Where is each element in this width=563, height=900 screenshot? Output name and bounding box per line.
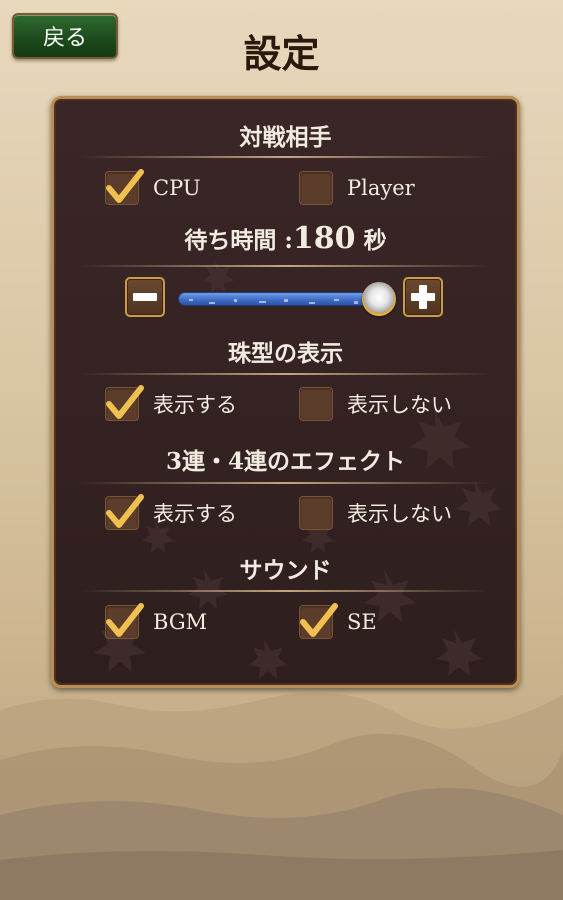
cpu-label: CPU: [153, 176, 201, 200]
bead-show-label: 表示する: [153, 393, 237, 417]
effect-show-checkbox[interactable]: [105, 494, 144, 530]
bgm-option[interactable]: BGM: [105, 603, 208, 639]
wait-time-label: 待ち時間 :: [184, 227, 293, 254]
divider: [79, 373, 492, 375]
checkmark-icon: [106, 603, 144, 637]
increase-button[interactable]: [403, 277, 443, 317]
effect-hide-option[interactable]: 表示しない: [299, 496, 452, 530]
divider: [79, 482, 492, 484]
bead-show-checkbox[interactable]: [105, 385, 144, 421]
divider: [79, 156, 492, 158]
bead-type-heading: 珠型の表示: [228, 340, 343, 367]
sound-heading: サウンド: [239, 557, 332, 584]
se-label: SE: [347, 610, 377, 634]
player-label: Player: [347, 176, 415, 200]
bead-hide-option[interactable]: 表示しない: [299, 387, 452, 421]
divider: [79, 265, 492, 267]
wait-time-slider-knob[interactable]: [362, 282, 396, 316]
effect-show-label: 表示する: [153, 502, 237, 526]
checkmark-icon: [106, 169, 144, 203]
se-option[interactable]: SE: [299, 603, 377, 639]
decrease-button[interactable]: [125, 277, 165, 317]
bead-hide-label: 表示しない: [347, 393, 452, 417]
bead-hide-checkbox[interactable]: [299, 387, 333, 421]
checkmark-icon: [106, 494, 144, 528]
checkmark-icon: [300, 603, 338, 637]
opponent-heading: 対戦相手: [239, 124, 332, 151]
settings-panel: 対戦相手 CPU Player 待ち時間 :180 秒 珠型の表示 表示する 表…: [51, 96, 520, 688]
wait-time-heading: 待ち時間 :180 秒: [54, 221, 517, 256]
bgm-label: BGM: [153, 610, 208, 634]
cpu-checkbox[interactable]: [105, 169, 144, 205]
effect-hide-label: 表示しない: [347, 502, 452, 526]
slider-pattern: [189, 299, 358, 304]
minus-icon: [133, 293, 157, 301]
effect-hide-checkbox[interactable]: [299, 496, 333, 530]
wait-time-slider-track[interactable]: [178, 292, 378, 306]
plus-icon: [411, 285, 435, 309]
player-checkbox[interactable]: [299, 171, 333, 205]
bgm-checkbox[interactable]: [105, 603, 144, 639]
se-checkbox[interactable]: [299, 603, 338, 639]
cpu-option[interactable]: CPU: [105, 169, 201, 205]
wait-time-unit: 秒: [363, 227, 387, 254]
effect-show-option[interactable]: 表示する: [105, 494, 237, 530]
checkmark-icon: [106, 385, 144, 419]
bead-show-option[interactable]: 表示する: [105, 385, 237, 421]
wait-time-value: 180: [292, 221, 356, 256]
player-option[interactable]: Player: [299, 171, 415, 205]
divider: [79, 590, 492, 592]
page-title: 設定: [243, 31, 320, 76]
combo-effect-heading: 3連・4連のエフェクト: [165, 448, 405, 475]
